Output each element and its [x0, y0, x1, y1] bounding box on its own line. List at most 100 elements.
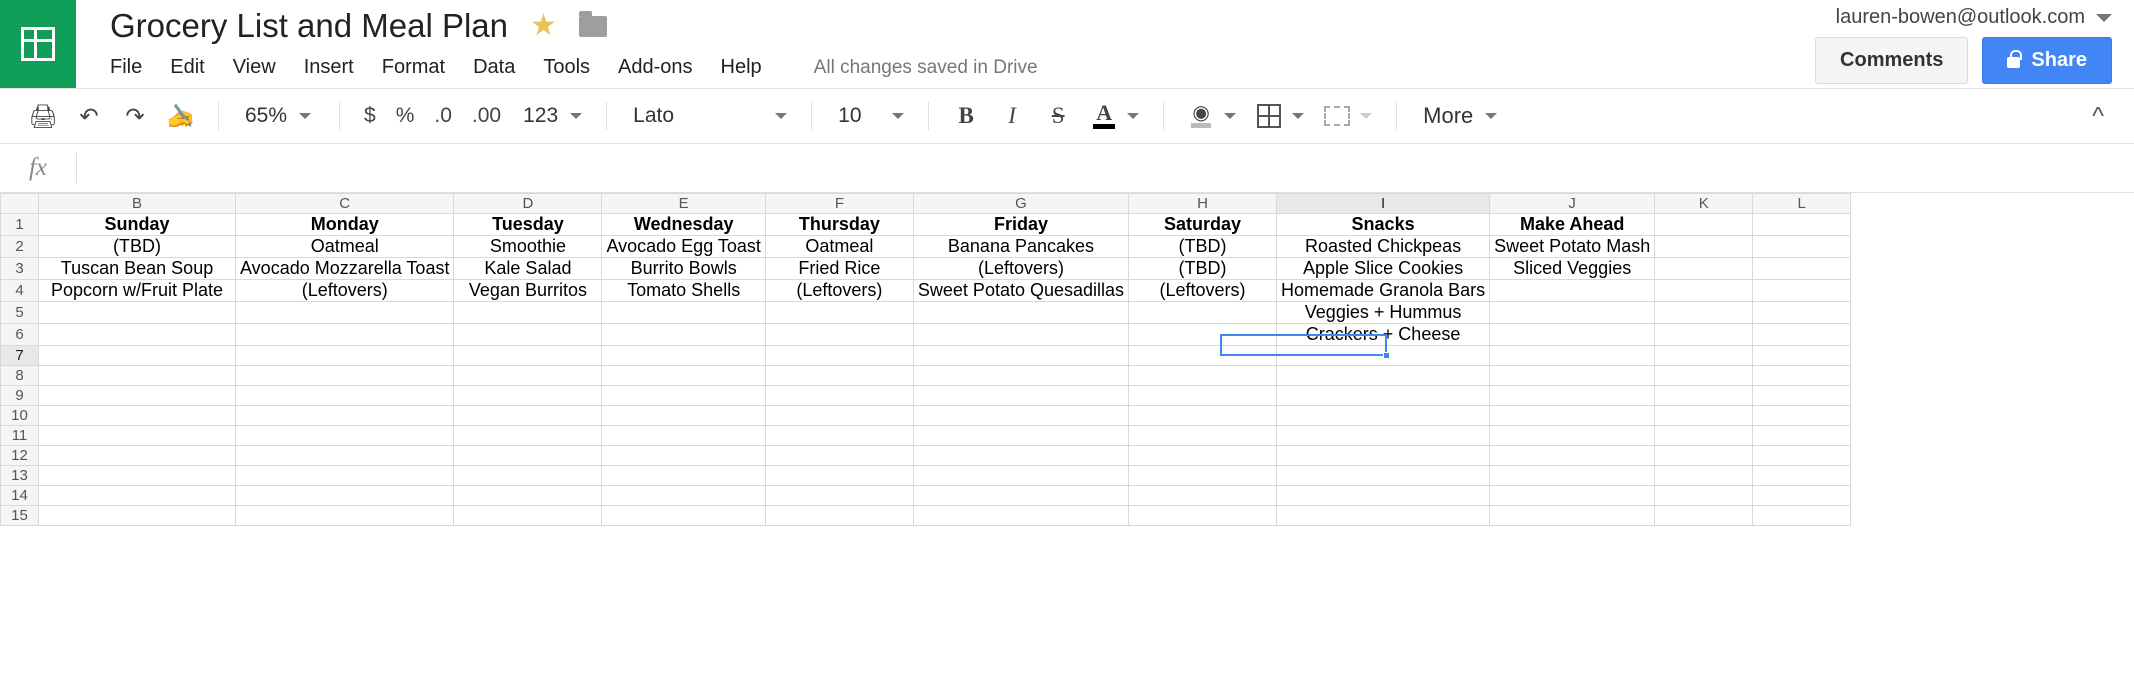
cell-H13[interactable] — [1129, 466, 1277, 486]
cell-D2[interactable]: Smoothie — [454, 236, 602, 258]
cell-K10[interactable] — [1655, 406, 1753, 426]
cell-I6[interactable]: Crackers + Cheese — [1277, 324, 1490, 346]
cell-E5[interactable] — [602, 302, 765, 324]
cell-C9[interactable] — [236, 386, 454, 406]
fill-handle[interactable] — [1383, 352, 1390, 359]
cell-K3[interactable] — [1655, 258, 1753, 280]
cell-K12[interactable] — [1655, 446, 1753, 466]
cell-L5[interactable] — [1753, 302, 1851, 324]
cell-L9[interactable] — [1753, 386, 1851, 406]
cell-H4[interactable]: (Leftovers) — [1129, 280, 1277, 302]
cell-J15[interactable] — [1490, 506, 1655, 526]
cell-K7[interactable] — [1655, 346, 1753, 366]
cell-B7[interactable] — [39, 346, 236, 366]
column-header-i[interactable]: I — [1277, 194, 1490, 214]
cell-I15[interactable] — [1277, 506, 1490, 526]
menu-item-help[interactable]: Help — [721, 52, 777, 83]
column-header-b[interactable]: B — [39, 194, 236, 214]
cell-J11[interactable] — [1490, 426, 1655, 446]
cell-J8[interactable] — [1490, 366, 1655, 386]
cell-H14[interactable] — [1129, 486, 1277, 506]
share-button[interactable]: Share — [1982, 37, 2112, 84]
cell-F13[interactable] — [765, 466, 913, 486]
column-header-g[interactable]: G — [913, 194, 1128, 214]
increase-decimal-button[interactable]: .00 — [462, 104, 511, 128]
cell-I4[interactable]: Homemade Granola Bars — [1277, 280, 1490, 302]
cell-D15[interactable] — [454, 506, 602, 526]
percent-format-button[interactable]: % — [386, 104, 425, 128]
cell-F1[interactable]: Thursday — [765, 214, 913, 236]
chevron-down-icon[interactable] — [1292, 113, 1304, 119]
cell-J2[interactable]: Sweet Potato Mash — [1490, 236, 1655, 258]
cell-G11[interactable] — [913, 426, 1128, 446]
row-header-8[interactable]: 8 — [1, 366, 39, 386]
cell-B14[interactable] — [39, 486, 236, 506]
cell-G6[interactable] — [913, 324, 1128, 346]
cell-L10[interactable] — [1753, 406, 1851, 426]
column-header-k[interactable]: K — [1655, 194, 1753, 214]
cell-C3[interactable]: Avocado Mozzarella Toast — [236, 258, 454, 280]
borders-button[interactable] — [1246, 96, 1292, 136]
cell-K1[interactable] — [1655, 214, 1753, 236]
cell-G1[interactable]: Friday — [913, 214, 1128, 236]
cell-F4[interactable]: (Leftovers) — [765, 280, 913, 302]
cell-C1[interactable]: Monday — [236, 214, 454, 236]
cell-E6[interactable] — [602, 324, 765, 346]
cell-C5[interactable] — [236, 302, 454, 324]
cell-L1[interactable] — [1753, 214, 1851, 236]
cell-L11[interactable] — [1753, 426, 1851, 446]
cell-C4[interactable]: (Leftovers) — [236, 280, 454, 302]
sheets-logo[interactable] — [0, 0, 76, 88]
cell-D5[interactable] — [454, 302, 602, 324]
cell-I13[interactable] — [1277, 466, 1490, 486]
cell-C12[interactable] — [236, 446, 454, 466]
row-header-7[interactable]: 7 — [1, 346, 39, 366]
row-header-15[interactable]: 15 — [1, 506, 39, 526]
cell-B1[interactable]: Sunday — [39, 214, 236, 236]
comments-button[interactable]: Comments — [1815, 37, 1968, 84]
column-header-h[interactable]: H — [1129, 194, 1277, 214]
more-options-button[interactable]: More — [1411, 96, 1507, 136]
cell-E13[interactable] — [602, 466, 765, 486]
cell-B9[interactable] — [39, 386, 236, 406]
row-header-1[interactable]: 1 — [1, 214, 39, 236]
cell-E1[interactable]: Wednesday — [602, 214, 765, 236]
cell-C7[interactable] — [236, 346, 454, 366]
cell-J6[interactable] — [1490, 324, 1655, 346]
cell-B2[interactable]: (TBD) — [39, 236, 236, 258]
cell-C11[interactable] — [236, 426, 454, 446]
cell-G8[interactable] — [913, 366, 1128, 386]
cell-K6[interactable] — [1655, 324, 1753, 346]
cell-J5[interactable] — [1490, 302, 1655, 324]
cell-J10[interactable] — [1490, 406, 1655, 426]
cell-L8[interactable] — [1753, 366, 1851, 386]
cell-G7[interactable] — [913, 346, 1128, 366]
chevron-up-icon[interactable]: ^ — [2092, 102, 2114, 131]
cell-K5[interactable] — [1655, 302, 1753, 324]
cell-K8[interactable] — [1655, 366, 1753, 386]
cell-L14[interactable] — [1753, 486, 1851, 506]
text-color-button[interactable]: A — [1081, 96, 1127, 136]
cell-D8[interactable] — [454, 366, 602, 386]
cell-H3[interactable]: (TBD) — [1129, 258, 1277, 280]
cell-H15[interactable] — [1129, 506, 1277, 526]
cell-J3[interactable]: Sliced Veggies — [1490, 258, 1655, 280]
cell-G10[interactable] — [913, 406, 1128, 426]
row-header-10[interactable]: 10 — [1, 406, 39, 426]
cell-K13[interactable] — [1655, 466, 1753, 486]
cell-K4[interactable] — [1655, 280, 1753, 302]
cell-C14[interactable] — [236, 486, 454, 506]
cell-I14[interactable] — [1277, 486, 1490, 506]
cell-C6[interactable] — [236, 324, 454, 346]
cell-H8[interactable] — [1129, 366, 1277, 386]
cell-G15[interactable] — [913, 506, 1128, 526]
cell-I1[interactable]: Snacks — [1277, 214, 1490, 236]
cell-J7[interactable] — [1490, 346, 1655, 366]
menu-item-view[interactable]: View — [233, 52, 291, 83]
cell-E11[interactable] — [602, 426, 765, 446]
cell-B6[interactable] — [39, 324, 236, 346]
cell-E7[interactable] — [602, 346, 765, 366]
row-header-5[interactable]: 5 — [1, 302, 39, 324]
cell-J4[interactable] — [1490, 280, 1655, 302]
merge-cells-button[interactable] — [1314, 96, 1360, 136]
